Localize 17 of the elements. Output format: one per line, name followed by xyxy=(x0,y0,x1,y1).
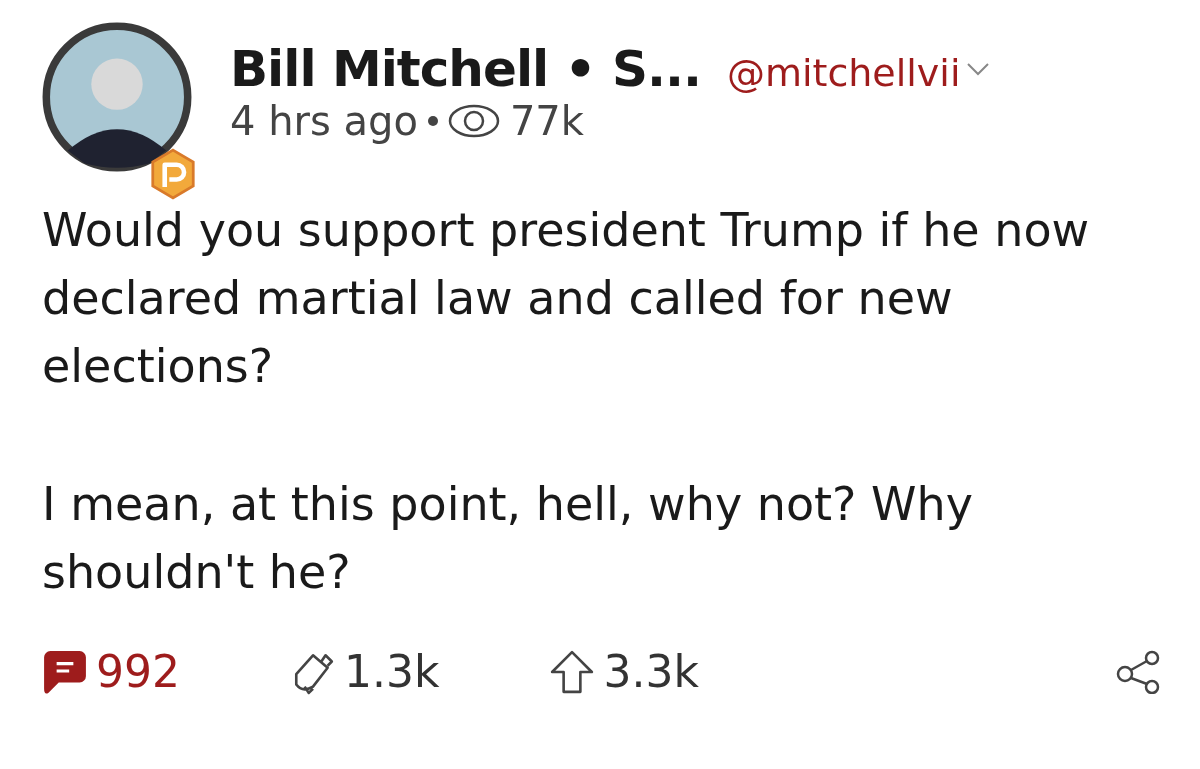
view-count: 77k xyxy=(509,98,584,144)
author-name[interactable]: Bill Mitchell • S... xyxy=(230,40,701,98)
eye-icon xyxy=(447,104,500,138)
post-time: 4 hrs ago xyxy=(230,98,418,144)
post-text: I mean, at this point, hell, why not? Why shouldn't he? xyxy=(42,476,974,601)
up-arrow-icon xyxy=(549,648,596,695)
upvote-button[interactable]: 3.3k xyxy=(549,646,699,697)
verified-badge-icon xyxy=(150,148,196,200)
avatar[interactable] xyxy=(42,22,192,172)
post-text: Would you support president Trump if he now declared martial law and called for new elections? xyxy=(42,202,1091,395)
echo-button[interactable]: 1.3k xyxy=(290,646,440,697)
comment-button[interactable]: 992 xyxy=(42,646,180,697)
speech-bubble-icon xyxy=(42,648,88,695)
share-icon[interactable] xyxy=(1116,649,1160,694)
separator-dot-icon xyxy=(427,116,438,126)
user-handle[interactable]: @mitchellvii xyxy=(726,51,961,95)
chevron-down-icon[interactable] xyxy=(966,62,991,76)
